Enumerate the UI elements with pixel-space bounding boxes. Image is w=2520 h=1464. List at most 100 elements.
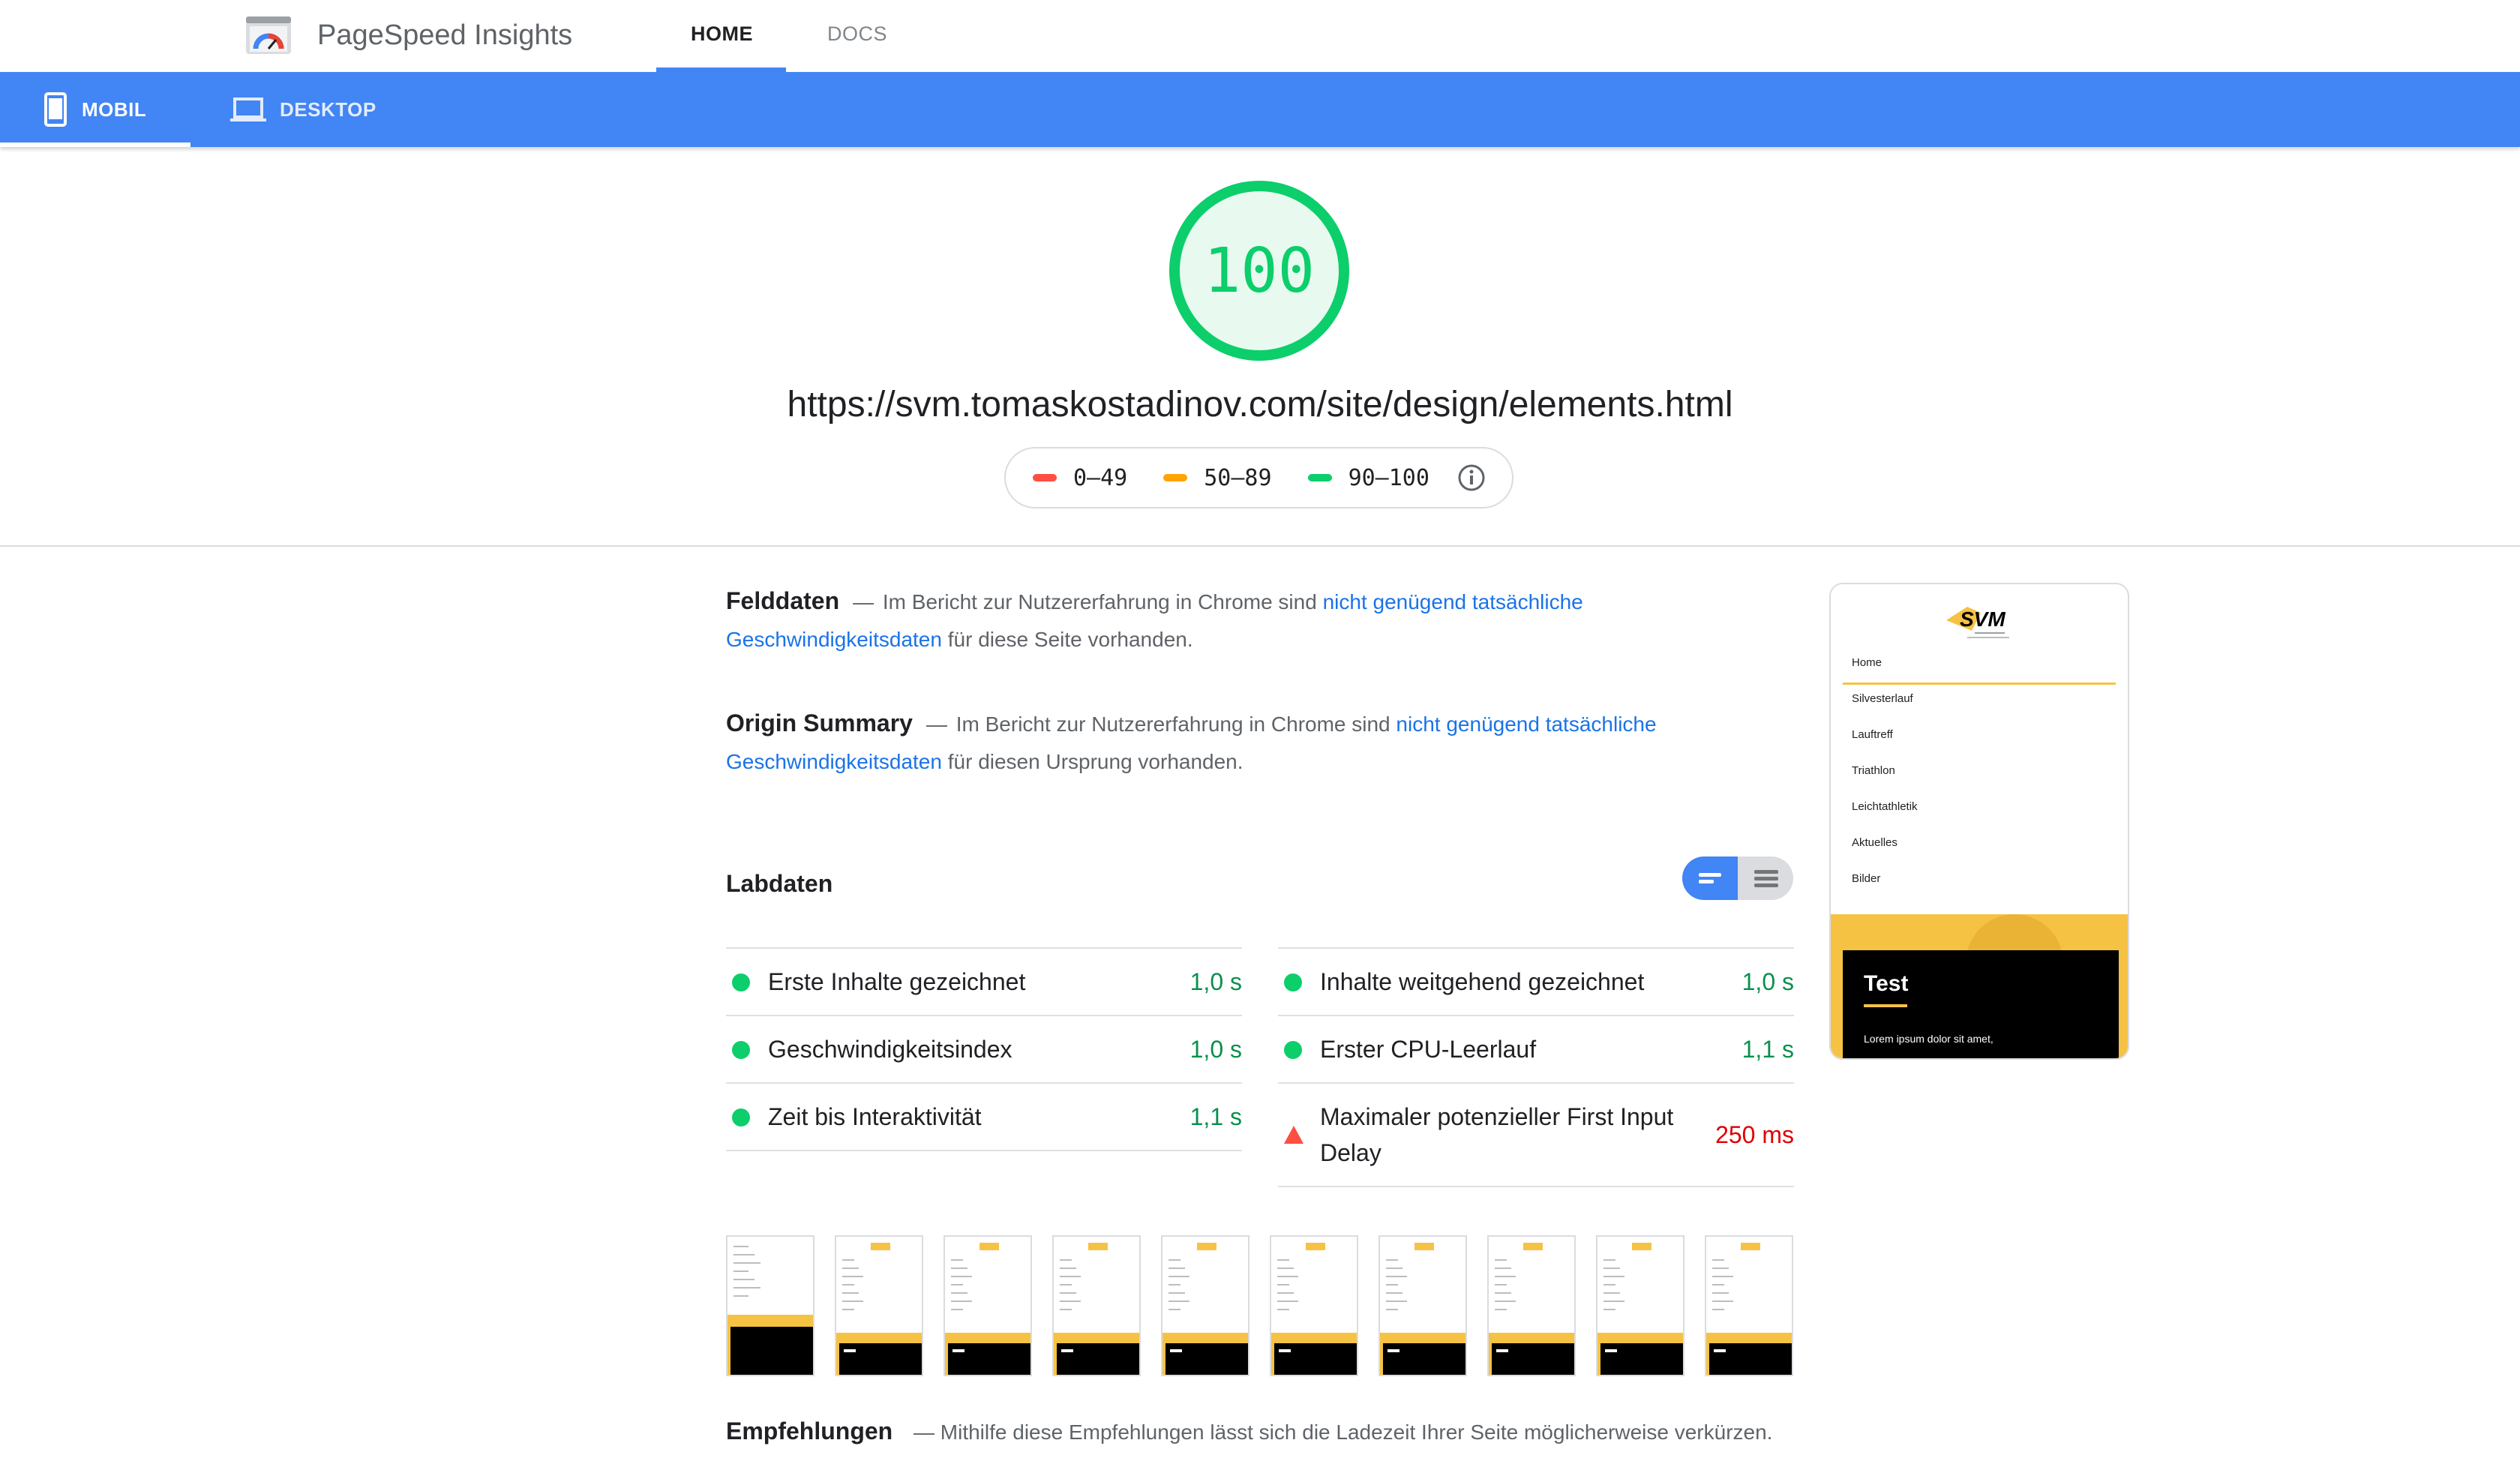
metric-row: Erste Inhalte gezeichnet 1,0 s [726,949,1242,1016]
toggle-compact-view[interactable] [1682,856,1738,900]
felddaten-text: Im Bericht zur Nutzererfahrung in Chrome… [882,590,1317,614]
list-view-icon[interactable] [1754,870,1778,874]
tested-url: https://svm.tomaskostadinov.com/site/des… [787,385,1733,424]
frame-line [842,1268,859,1269]
metric-value: 1,1 s [1190,1103,1242,1130]
frame-line [951,1309,963,1310]
frame-line [1495,1268,1511,1269]
frame-card [1600,1343,1683,1375]
logo-text: SVM [1960,608,2006,631]
filmstrip-frame [1596,1235,1684,1376]
frame-line [1495,1276,1516,1277]
labdaten-title: Labdaten [726,870,833,897]
metric-value: 1,1 s [1742,1036,1794,1063]
frame-card-text [1279,1349,1291,1352]
preview-menu-item: Triathlon [1852,764,1895,777]
frame-line [951,1276,972,1277]
view-toggle[interactable] [1682,856,1793,900]
pagespeed-logo-icon[interactable] [245,16,292,55]
frame-logo [1088,1243,1108,1250]
origin-link-2[interactable]: Geschwindigkeitsdaten [726,750,942,773]
frame-card [1383,1343,1466,1375]
pass-icon [1284,974,1302,992]
tab-home[interactable]: HOME [691,22,753,46]
frame-line [951,1259,963,1261]
svm-logo: SVM [1946,607,2009,638]
metric-name: Zeit bis Interaktivität [768,1103,982,1130]
frame-line [1712,1300,1733,1302]
tab-docs[interactable]: DOCS [827,22,887,46]
frame-line [1386,1276,1407,1277]
pass-icon [1284,1041,1302,1059]
frame-line [1277,1309,1289,1310]
frame-line [842,1284,854,1286]
metric-value: 1,0 s [1190,1036,1242,1063]
felddaten-text-after: für diese Seite vorhanden. [947,628,1193,651]
frame-card [1166,1343,1248,1375]
frame-line [1712,1292,1729,1294]
preview-menu-item: Home [1852,656,1882,669]
frame-card-text [1605,1349,1617,1352]
origin-text: Im Bericht zur Nutzererfahrung in Chrome… [956,712,1390,736]
frame-card-text [844,1349,856,1352]
frame-logo [1632,1243,1652,1250]
frame-card [730,1327,813,1375]
frame-line [1060,1300,1081,1302]
preview-menu-item: Aktuelles [1852,836,1898,849]
origin-text-after: für diesen Ursprung vorhanden. [947,750,1244,773]
frame-line [734,1254,754,1256]
felddaten-link[interactable]: nicht genügend tatsächliche [1323,590,1583,614]
metric-row: Inhalte weitgehend gezeichnet 1,0 s [1278,949,1794,1016]
legend-item-average: 50–89 [1163,464,1272,491]
toggle-line [1754,877,1778,880]
preview-card-title: Test [1864,971,1909,996]
device-tabbar: MOBIL DESKTOP [0,72,2520,147]
frame-line [1712,1268,1729,1269]
frame-line [734,1295,748,1297]
app-title[interactable]: PageSpeed Insights [317,20,572,52]
frame-line [1495,1284,1507,1286]
info-icon[interactable] [1456,463,1486,493]
frame-line [1495,1259,1507,1261]
pass-icon [732,974,750,992]
frame-line [1604,1268,1620,1269]
tab-mobil-underline [0,142,190,147]
frame-card-text [1170,1349,1182,1352]
felddaten-link-2[interactable]: Geschwindigkeitsdaten [726,628,942,651]
legend-label: 50–89 [1204,464,1272,491]
frame-line [1604,1300,1624,1302]
frame-line [734,1262,760,1264]
frame-line [1060,1259,1072,1261]
metrics-right-column: Inhalte weitgehend gezeichnet 1,0 s Erst… [1278,947,1794,1187]
frame-line [734,1279,754,1280]
toggle-line [1754,884,1778,887]
legend-item-pass: 90–100 [1307,465,1430,491]
filmstrip-frame [1705,1235,1793,1376]
frame-line [1168,1292,1185,1294]
frame-line [734,1246,748,1247]
frame-logo [1523,1243,1543,1250]
frame-line [1386,1284,1398,1286]
tab-mobil[interactable]: MOBIL [43,72,146,147]
frame-line [1277,1292,1294,1294]
frame-logo [1414,1243,1434,1250]
toggle-line [1699,880,1714,884]
frame-line [951,1292,968,1294]
frame-card [839,1343,922,1375]
frame-line [1712,1259,1724,1261]
frame-line [1495,1309,1507,1310]
felddaten-title: Felddaten [726,587,840,614]
tab-desktop[interactable]: DESKTOP [230,72,376,147]
filmstrip-frame [1161,1235,1250,1376]
toggle-line [1699,873,1721,877]
frame-line [1712,1309,1724,1310]
origin-link[interactable]: nicht genügend tatsächliche [1396,712,1656,736]
tab-desktop-label: DESKTOP [280,98,376,121]
phone-icon [44,92,67,127]
frame-line [1060,1276,1081,1277]
frame-line [842,1276,863,1277]
frame-line [1168,1276,1190,1277]
frame-line [1168,1284,1180,1286]
frame-card-text [1714,1349,1726,1352]
filmstrip-frame [1270,1235,1358,1376]
